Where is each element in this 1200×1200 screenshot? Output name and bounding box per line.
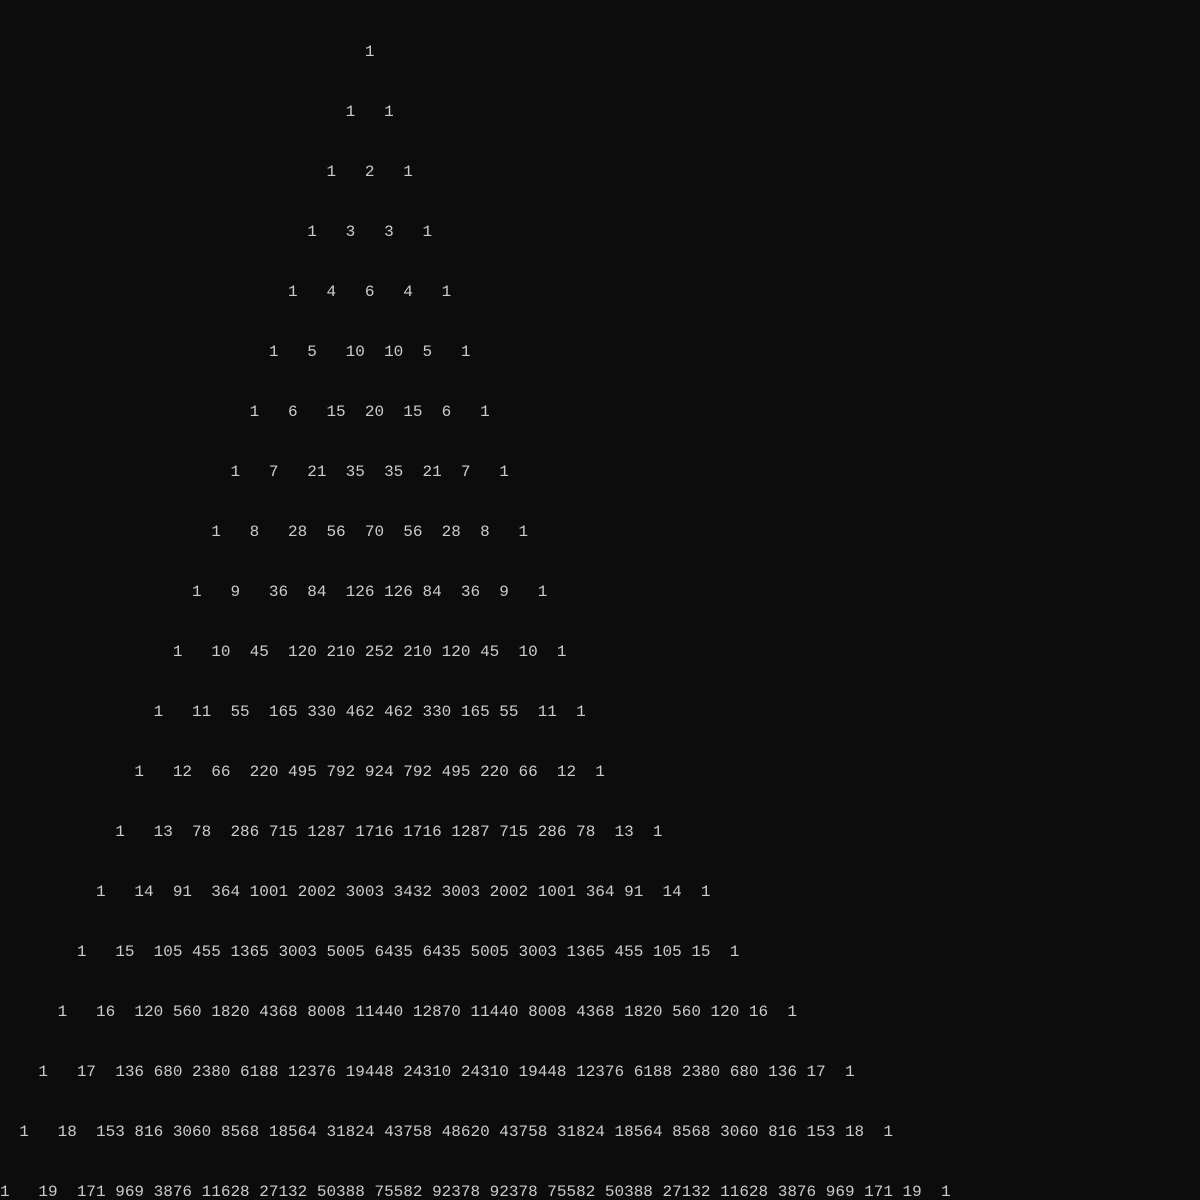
triangle-row: 1 4 6 4 1 [0,282,1200,302]
console-output: 1 1 1 1 2 1 1 3 3 1 1 4 6 4 1 [0,2,1200,1200]
triangle-row: 1 12 66 220 495 792 924 792 495 220 66 1… [0,762,1200,782]
triangle-row: 1 5 10 10 5 1 [0,342,1200,362]
triangle-row: 1 8 28 56 70 56 28 8 1 [0,522,1200,542]
triangle-row: 1 [0,42,1200,62]
triangle-row: 1 3 3 1 [0,222,1200,242]
triangle-row: 1 10 45 120 210 252 210 120 45 10 1 [0,642,1200,662]
triangle-row: 1 19 171 969 3876 11628 27132 50388 7558… [0,1182,1200,1200]
triangle-row: 1 2 1 [0,162,1200,182]
triangle-row: 1 7 21 35 35 21 7 1 [0,462,1200,482]
triangle-row: 1 15 105 455 1365 3003 5005 6435 6435 50… [0,942,1200,962]
triangle-row: 1 6 15 20 15 6 1 [0,402,1200,422]
triangle-row: 1 14 91 364 1001 2002 3003 3432 3003 200… [0,882,1200,902]
triangle-row: 1 17 136 680 2380 6188 12376 19448 24310… [0,1062,1200,1082]
triangle-row: 1 11 55 165 330 462 462 330 165 55 11 1 [0,702,1200,722]
triangle-row: 1 1 [0,102,1200,122]
triangle-row: 1 18 153 816 3060 8568 18564 31824 43758… [0,1122,1200,1142]
triangle-row: 1 9 36 84 126 126 84 36 9 1 [0,582,1200,602]
triangle-row: 1 16 120 560 1820 4368 8008 11440 12870 … [0,1002,1200,1022]
triangle-row: 1 13 78 286 715 1287 1716 1716 1287 715 … [0,822,1200,842]
